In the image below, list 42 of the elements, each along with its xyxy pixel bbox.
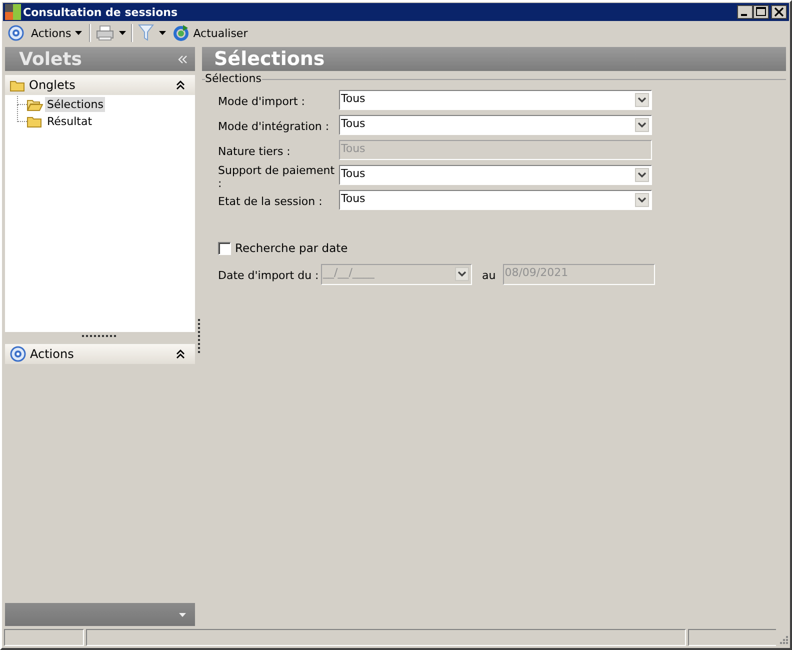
tree-item[interactable]: Sélections (45, 97, 106, 112)
caret-icon (75, 31, 82, 35)
double-chevron-up-icon[interactable] (176, 349, 185, 359)
checkbox[interactable] (218, 242, 231, 254)
double-chevron-up-icon[interactable] (176, 80, 185, 90)
dropdown[interactable]: Tous (339, 90, 652, 110)
window-title: Consultation de sessions (23, 6, 179, 18)
app-icon (5, 4, 21, 20)
field-label: Mode d'import : (218, 94, 306, 108)
actions-menu-button[interactable]: Actions (29, 26, 84, 40)
field-label: Support de paiement : (218, 162, 336, 190)
folder-icon (27, 115, 43, 128)
dropdown[interactable]: Tous (339, 165, 652, 185)
sidebar-title: Volets (19, 48, 82, 70)
field-label: Etat de la session : (218, 194, 324, 208)
field-label: Date d'import du : (218, 268, 320, 282)
tree-item[interactable]: Résultat (45, 114, 94, 129)
dropdown[interactable]: Tous (339, 115, 652, 135)
dial-icon[interactable] (8, 25, 24, 41)
refresh-icon (173, 25, 190, 41)
group-title: Onglets (29, 78, 76, 92)
field-label: Mode d'intégration : (218, 119, 330, 133)
caret-icon[interactable] (159, 31, 166, 35)
field-label: au (482, 268, 496, 282)
open-folder-icon (27, 98, 43, 111)
caret-icon[interactable] (119, 31, 126, 35)
collapse-icon[interactable] (178, 54, 187, 64)
resize-grip-icon[interactable] (778, 636, 788, 646)
field-label: Nature tiers : (218, 144, 292, 158)
minimize-button[interactable] (737, 5, 753, 19)
dial-icon (10, 346, 26, 362)
maximize-button[interactable] (753, 5, 769, 19)
group-header[interactable]: Onglets (5, 75, 195, 95)
dropdown[interactable]: Tous (339, 190, 652, 210)
printer-icon[interactable] (96, 25, 114, 41)
checkbox-label: Recherche par date (235, 241, 348, 255)
group-header[interactable]: Actions (5, 344, 195, 364)
folder-icon (10, 78, 25, 92)
close-button[interactable] (771, 5, 787, 19)
refresh-button[interactable]: Actualiser (171, 25, 250, 41)
panel-title: Sélections (214, 48, 325, 70)
group-title: Actions (30, 347, 75, 361)
